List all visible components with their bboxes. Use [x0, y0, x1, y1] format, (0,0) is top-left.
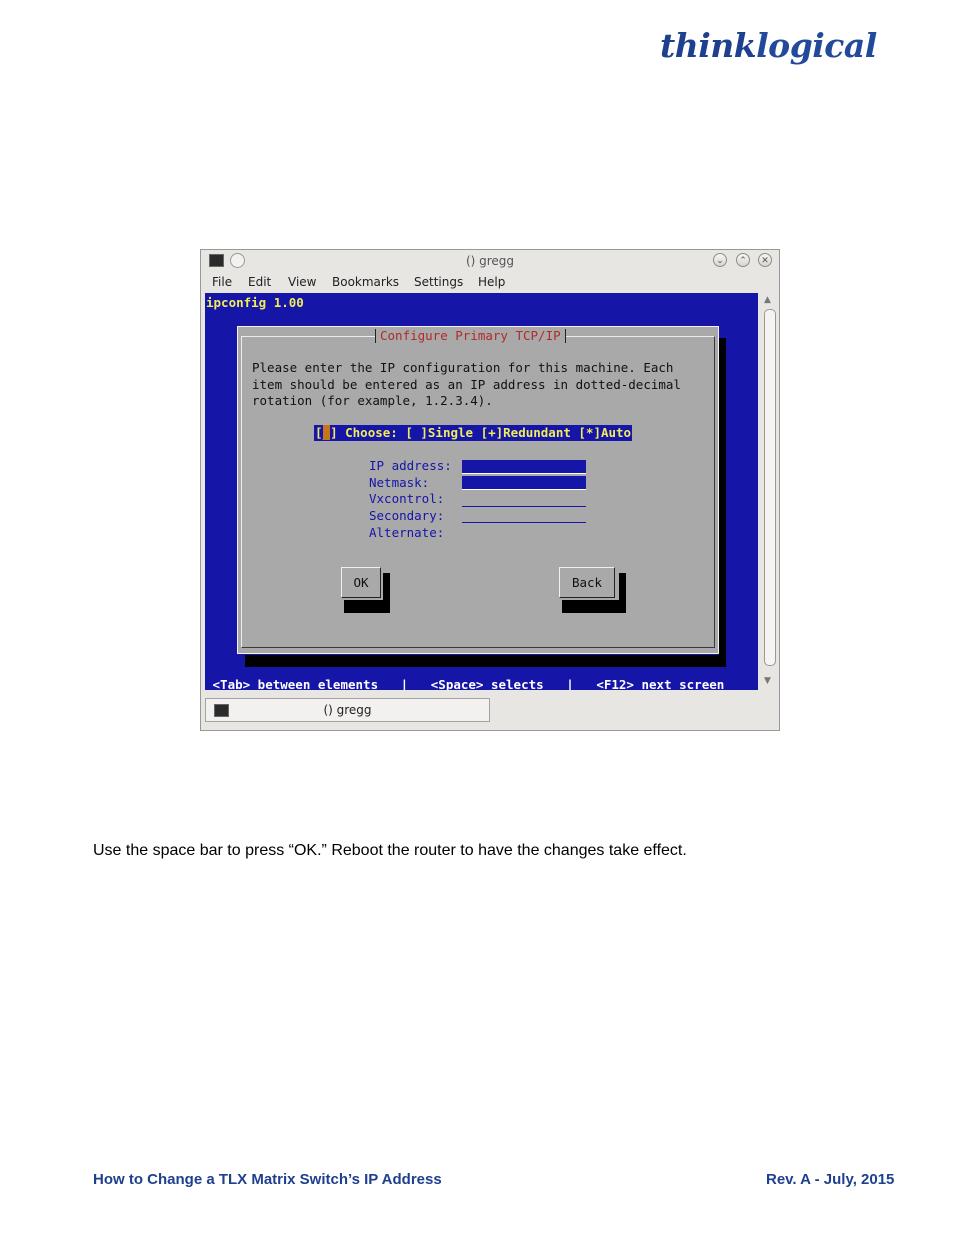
- config-dialog: Configure Primary TCP/IP Please enter th…: [237, 326, 719, 654]
- alternate-label: Alternate:: [369, 525, 445, 540]
- back-button[interactable]: Back: [559, 567, 615, 598]
- scroll-down-icon[interactable]: ▼: [764, 676, 771, 686]
- choose-open-bracket: [: [315, 425, 323, 440]
- tab-gregg[interactable]: () gregg: [205, 698, 490, 722]
- window-title: () gregg: [465, 254, 515, 268]
- instruction-text: Use the space bar to press “OK.” Reboot …: [93, 842, 687, 859]
- text-cursor: _: [322, 425, 331, 440]
- terminal-screen[interactable]: ipconfig 1.00 Configure Primary TCP/IP P…: [205, 293, 758, 690]
- menu-bar: File Edit View Bookmarks Settings Help: [201, 272, 779, 292]
- ok-button-shadow-right: [383, 573, 390, 613]
- key-help-bar: <Tab> between elements | <Space> selects…: [205, 677, 725, 691]
- tab-label: () gregg: [323, 703, 372, 717]
- back-button-shadow-bottom: [562, 600, 626, 613]
- dialog-body-line: Please enter the IP configuration for th…: [252, 360, 674, 375]
- secondary-input[interactable]: [462, 509, 586, 523]
- menu-help[interactable]: Help: [478, 275, 505, 289]
- scroll-up-icon[interactable]: ▲: [764, 295, 771, 305]
- minimize-button[interactable]: ⌄: [713, 253, 727, 267]
- back-button-shadow-right: [619, 573, 626, 613]
- dialog-shadow-bottom: [245, 655, 726, 667]
- thinklogical-logo: thinklogical: [660, 26, 877, 65]
- logo-logical: logical: [756, 26, 877, 65]
- konsole-window: () gregg ⌄ ⌃ ✕ File Edit View Bookmarks …: [200, 249, 780, 731]
- ok-button[interactable]: OK: [341, 567, 381, 598]
- close-button[interactable]: ✕: [758, 253, 772, 267]
- app-title: ipconfig 1.00: [206, 295, 304, 310]
- ip-address-label: IP address:: [369, 458, 452, 473]
- netmask-label: Netmask:: [369, 475, 430, 490]
- logo-think: think: [660, 26, 757, 65]
- scrollbar-handle[interactable]: [764, 309, 776, 666]
- dialog-body-line: rotation (for example, 1.2.3.4).: [252, 393, 493, 408]
- secondary-label: Secondary:: [369, 508, 445, 523]
- menu-view[interactable]: View: [288, 275, 316, 289]
- window-titlebar[interactable]: () gregg ⌄ ⌃ ✕: [201, 250, 779, 272]
- ip-address-input[interactable]: [462, 460, 586, 474]
- netmask-input[interactable]: [462, 476, 586, 490]
- menu-settings[interactable]: Settings: [414, 275, 463, 289]
- menu-file[interactable]: File: [212, 275, 232, 289]
- choose-options: ] Choose: [ ]Single [+]Redundant [*]Auto: [330, 425, 632, 440]
- mode-choice-selector[interactable]: [_] Choose: [ ]Single [+]Redundant [*]Au…: [314, 425, 633, 441]
- dialog-body-line: item should be entered as an IP address …: [252, 377, 681, 392]
- maximize-button[interactable]: ⌃: [736, 253, 750, 267]
- dialog-shadow-right: [718, 338, 726, 660]
- menu-edit[interactable]: Edit: [248, 275, 271, 289]
- scrollbar[interactable]: ▲ ▼: [761, 293, 778, 690]
- dialog-title: Configure Primary TCP/IP: [375, 329, 566, 343]
- vxcontrol-input[interactable]: [462, 493, 586, 507]
- menu-bookmarks[interactable]: Bookmarks: [332, 275, 399, 289]
- footer-revision: Rev. A - July, 2015: [766, 1171, 895, 1188]
- vxcontrol-label: Vxcontrol:: [369, 491, 445, 506]
- tab-bar: () gregg: [201, 696, 779, 730]
- footer-title: How to Change a TLX Matrix Switch’s IP A…: [93, 1171, 442, 1188]
